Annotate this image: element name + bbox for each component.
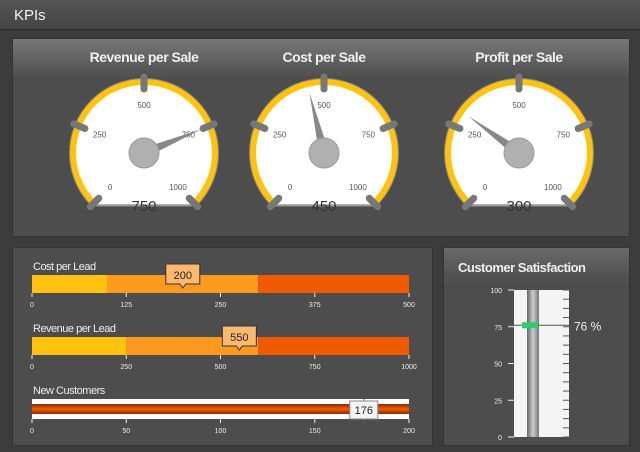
bullets-svg: 0 125 250 375 500 200 0 250 500 750 1000 550 0 50 100 1… [30, 263, 417, 435]
bullet-tick-label: 0 [30, 364, 34, 371]
gauge-tick [445, 120, 464, 133]
bullet-tick-label: 750 [309, 364, 321, 371]
gauge-hub [503, 137, 535, 169]
bullet-tick-label: 200 [403, 428, 415, 435]
gauge-tick-label: 1000 [349, 183, 367, 192]
bullet-value: 200 [174, 270, 192, 282]
gauge-tick [70, 120, 89, 133]
thermometer-tube [527, 290, 539, 437]
gauge-tick-label: 0 [483, 183, 488, 192]
gauge-title: Cost per Sale [282, 49, 366, 65]
bullet-value: 176 [355, 405, 373, 417]
scale-label: 25 [494, 398, 502, 405]
bullet-title: New Customers [33, 385, 105, 397]
satisfaction-title: Customer Satisfaction [458, 260, 586, 275]
bullet-tick-label: 1000 [401, 364, 417, 371]
gauge-hub [128, 137, 160, 169]
bullet-tick-label: 375 [309, 302, 321, 309]
gauge-tick [379, 120, 398, 133]
gauge-tick [250, 120, 269, 133]
gauge-value: 300 [506, 198, 531, 215]
gauge-tick-label: 1000 [544, 183, 562, 192]
gauge-tick-label: 500 [317, 101, 331, 110]
bullet-band [32, 337, 127, 355]
gauge-tick-label: 250 [93, 131, 107, 140]
satisfaction-value: 76 % [574, 319, 602, 333]
gauge-title: Revenue per Sale [89, 49, 199, 65]
bullet-band [258, 337, 409, 355]
scale-label: 50 [494, 362, 502, 369]
bullet-tick-label: 50 [122, 428, 130, 435]
bullet-charts-panel: 0 125 250 375 500 200 0 250 500 750 1000 550 0 50 100 1… [12, 247, 433, 446]
bullet-band [32, 275, 108, 293]
thermometer-bg [514, 290, 569, 437]
gauge-tick-label: 1000 [169, 183, 187, 192]
bullet-tick-label: 250 [215, 302, 227, 309]
bullet-title: Cost per Lead [33, 261, 96, 273]
gauge-value: 450 [311, 198, 336, 215]
scale-label: 75 [494, 325, 502, 332]
title-bar: KPIs [0, 0, 640, 30]
window-title: KPIs [14, 7, 46, 24]
gauge-tick-label: 0 [108, 183, 113, 192]
gauge-tick-label: 250 [468, 131, 482, 140]
gauge-tick-label: 500 [512, 101, 526, 110]
value-marker [522, 322, 538, 329]
bullet-value: 550 [230, 332, 248, 344]
bullet-title: Revenue per Lead [33, 323, 116, 335]
gauge-tick-label: 250 [273, 131, 287, 140]
bullet-tick-label: 100 [215, 428, 227, 435]
thermometer-svg: 0 25 50 75 100 76 % [490, 288, 602, 442]
scale-label: 100 [490, 288, 502, 295]
gauge-tick-label: 500 [137, 101, 151, 110]
bullet-tick-label: 250 [120, 364, 132, 371]
gauge-tick-label: 0 [288, 183, 293, 192]
gauges-svg: 0 250 500 750 1000 750 0 250 500 750 1000 450 0 250 50… [69, 73, 594, 215]
gauge-value: 750 [131, 198, 156, 215]
gauge-tick-label: 750 [362, 131, 376, 140]
bullet-tick-label: 500 [215, 364, 227, 371]
bullet-tick-label: 125 [120, 302, 132, 309]
gauge-tick [574, 120, 593, 133]
bullet-tick-label: 0 [30, 302, 34, 309]
bullet-band [258, 275, 409, 293]
gauges-panel: 0 250 500 750 1000 750 0 250 500 750 1000 450 0 250 50… [12, 38, 630, 237]
bullet-tick-label: 150 [309, 428, 321, 435]
gauge-tick [199, 120, 218, 133]
gauge-title: Profit per Sale [475, 49, 563, 65]
customer-satisfaction-panel: 0 25 50 75 100 76 % Customer Satisfaction [443, 247, 630, 446]
bullet-tick-label: 0 [30, 428, 34, 435]
scale-label: 0 [498, 435, 502, 442]
gauge-hub [308, 137, 340, 169]
gauge-tick-label: 750 [557, 131, 571, 140]
bullet-tick-label: 500 [403, 302, 415, 309]
